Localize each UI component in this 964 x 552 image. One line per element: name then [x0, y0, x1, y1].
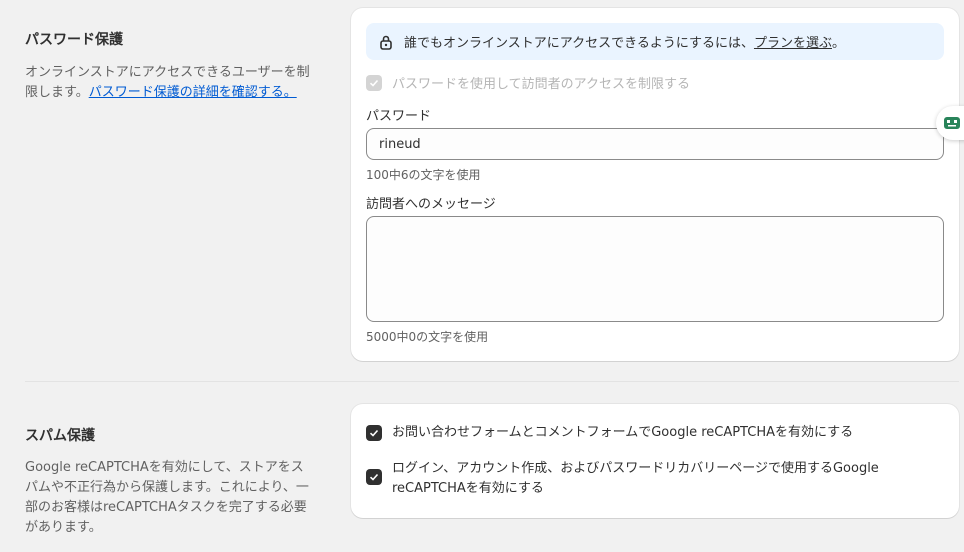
- banner-text: 誰でもオンラインストアにアクセスできるようにするには、: [404, 36, 754, 51]
- recaptcha-contact-label: お問い合わせフォームとコメントフォームでGoogle reCAPTCHAを有効に…: [392, 425, 854, 440]
- password-label: パスワード: [366, 109, 432, 124]
- password-char-count: 100中6の文字を使用: [366, 168, 481, 182]
- restrict-access-checkbox: [366, 74, 382, 91]
- password-card: 誰でもオンラインストアにアクセスできるようにするには、 プランを選ぶ。 パスワード…: [351, 8, 959, 361]
- assistant-robot-icon: [944, 117, 960, 129]
- password-section-description: オンラインストアにアクセスできるユーザーを制限します。パスワード保護の詳細を確認…: [25, 63, 315, 103]
- recaptcha-login-row[interactable]: ログイン、アカウント作成、およびパスワードリカバリーページで使用するGoogle…: [366, 459, 926, 499]
- section-divider: [25, 381, 959, 382]
- recaptcha-contact-checkbox[interactable]: [366, 425, 382, 441]
- recaptcha-login-checkbox[interactable]: [366, 469, 382, 485]
- checkmark-icon: [369, 429, 379, 437]
- checkmark-icon: [369, 79, 379, 87]
- message-char-count: 5000中0の文字を使用: [366, 330, 489, 344]
- spam-section-title: スパム保護: [25, 428, 95, 444]
- restrict-access-label: パスワードを使用して訪問者のアクセスを制限する: [392, 77, 690, 92]
- message-label: 訪問者へのメッセージ: [366, 197, 496, 212]
- password-section-title: パスワード保護: [25, 32, 123, 48]
- lock-icon: [378, 34, 394, 50]
- password-details-link[interactable]: パスワード保護の詳細を確認する。: [89, 85, 297, 100]
- password-input[interactable]: [366, 128, 944, 160]
- banner-suffix: 。: [831, 36, 845, 51]
- recaptcha-contact-row[interactable]: お問い合わせフォームとコメントフォームでGoogle reCAPTCHAを有効に…: [366, 423, 926, 443]
- plan-banner: 誰でもオンラインストアにアクセスできるようにするには、 プランを選ぶ。: [366, 23, 944, 60]
- checkmark-icon: [369, 473, 379, 481]
- restrict-access-checkbox-row: パスワードを使用して訪問者のアクセスを制限する: [366, 73, 690, 92]
- visitor-message-textarea[interactable]: [366, 216, 944, 322]
- spam-card: お問い合わせフォームとコメントフォームでGoogle reCAPTCHAを有効に…: [351, 404, 959, 518]
- choose-plan-link[interactable]: プランを選ぶ: [754, 32, 832, 51]
- spam-section-description: Google reCAPTCHAを有効にして、ストアをスパムや不正行為から保護し…: [25, 460, 309, 535]
- recaptcha-login-label: ログイン、アカウント作成、およびパスワードリカバリーページで使用するGoogle…: [392, 461, 879, 496]
- assistant-widget[interactable]: [936, 106, 964, 140]
